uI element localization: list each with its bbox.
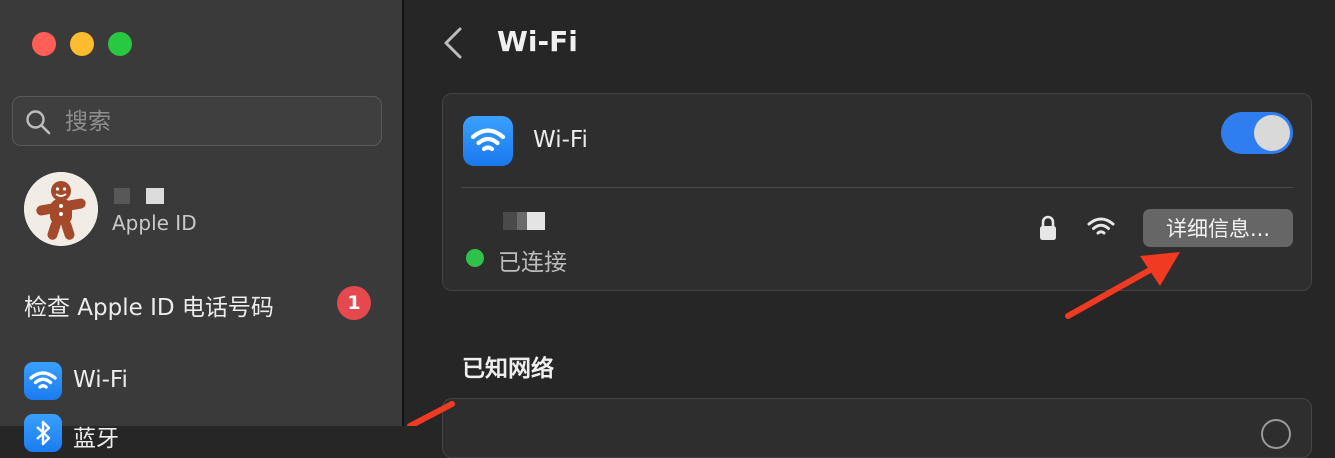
minimize-window-button[interactable] — [70, 32, 94, 56]
bluetooth-icon — [24, 414, 62, 452]
sidebar-item-label: Wi-Fi — [73, 367, 128, 393]
avatar[interactable] — [24, 172, 98, 246]
known-networks-card — [442, 398, 1312, 458]
account-name-redacted — [108, 188, 168, 204]
zoom-window-button[interactable] — [108, 32, 132, 56]
sidebar-divider — [402, 0, 404, 426]
sidebar: Apple ID 检查 Apple ID 电话号码 1 Wi-Fi 蓝牙 — [0, 0, 402, 452]
check-apple-id-phone-item[interactable]: 检查 Apple ID 电话号码 1 — [24, 286, 384, 322]
divider — [461, 187, 1293, 188]
search-field[interactable] — [12, 96, 382, 146]
sidebar-item-bluetooth[interactable]: 蓝牙 — [24, 414, 384, 454]
known-networks-title: 已知网络 — [462, 356, 554, 382]
wifi-settings-card: Wi-Fi 已连接 详细信息... — [442, 93, 1312, 291]
gingerbread-avatar-icon — [24, 172, 98, 246]
sidebar-item-label: 蓝牙 — [73, 426, 119, 452]
notification-badge: 1 — [337, 286, 371, 320]
wifi-toggle[interactable] — [1221, 112, 1293, 154]
connection-status: 已连接 — [498, 250, 567, 276]
network-name-redacted — [489, 212, 545, 230]
toggle-knob — [1254, 115, 1290, 151]
search-icon — [26, 110, 51, 135]
wifi-icon — [463, 116, 513, 166]
check-apple-id-label: 检查 Apple ID 电话号码 — [24, 295, 274, 321]
page-title: Wi-Fi — [497, 25, 578, 58]
more-options-icon[interactable] — [1261, 419, 1291, 449]
back-chevron-icon[interactable] — [440, 26, 466, 60]
lock-icon — [1040, 215, 1056, 240]
wifi-signal-icon — [1087, 217, 1115, 235]
wifi-icon — [24, 362, 62, 400]
connected-status-dot — [466, 249, 484, 267]
apple-id-subtitle: Apple ID — [112, 211, 197, 235]
close-window-button[interactable] — [32, 32, 56, 56]
details-button[interactable]: 详细信息... — [1143, 209, 1293, 247]
wifi-label: Wi-Fi — [533, 127, 588, 153]
sidebar-item-wifi[interactable]: Wi-Fi — [24, 362, 384, 402]
search-input[interactable] — [63, 105, 367, 139]
